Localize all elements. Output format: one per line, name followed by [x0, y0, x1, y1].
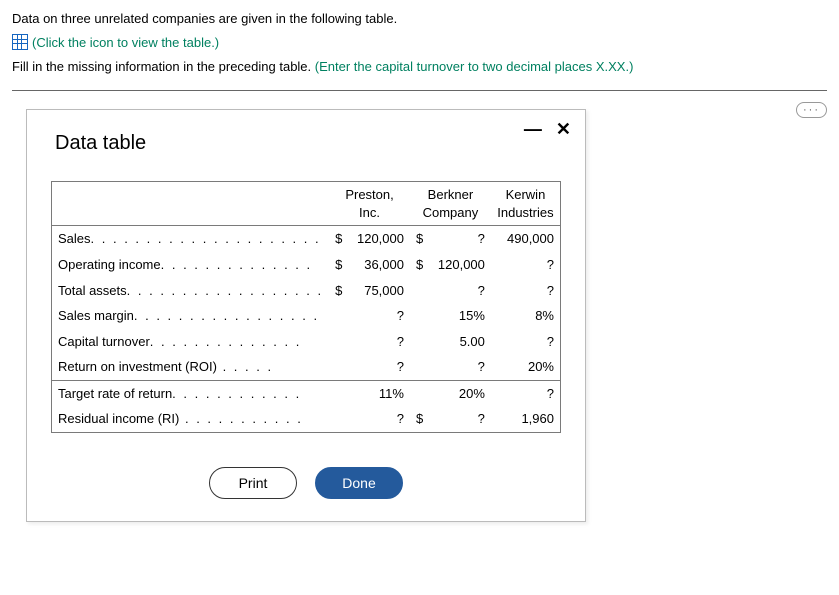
table-row: Target rate of return. . . . . . . . . .…: [52, 380, 560, 406]
value-cell: 75,000: [348, 278, 410, 304]
view-table-link[interactable]: (Click the icon to view the table.): [12, 34, 827, 50]
col-header-preston: Preston, Inc.: [329, 182, 410, 226]
currency-cell: [410, 329, 429, 355]
currency-cell: $: [329, 278, 348, 304]
value-cell: 15%: [429, 303, 491, 329]
currency-cell: [410, 303, 429, 329]
currency-cell: [410, 278, 429, 304]
page: Data on three unrelated companies are gi…: [12, 10, 827, 522]
value-cell: 5.00: [429, 329, 491, 355]
table-row: Sales margin. . . . . . . . . . . . . . …: [52, 303, 560, 329]
currency-cell: $: [329, 252, 348, 278]
col-header-kerwin: Kerwin Industries: [491, 182, 560, 226]
value-cell: 1,960: [491, 406, 560, 432]
table-header-row: Preston, Inc. Berkner Company Kerwin Ind…: [52, 182, 560, 226]
table-body: Sales. . . . . . . . . . . . . . . . . .…: [52, 226, 560, 432]
value-cell: 8%: [491, 303, 560, 329]
table-row: Capital turnover. . . . . . . . . . . . …: [52, 329, 560, 355]
instruction-line-1: Data on three unrelated companies are gi…: [12, 10, 827, 28]
value-cell: ?: [491, 380, 560, 406]
row-label: Return on investment (ROI) . . . . .: [52, 354, 329, 380]
view-table-link-text: (Click the icon to view the table.): [32, 35, 219, 50]
value-cell: ?: [348, 329, 410, 355]
table-row: Sales. . . . . . . . . . . . . . . . . .…: [52, 226, 560, 252]
value-cell: ?: [429, 278, 491, 304]
currency-cell: [410, 380, 429, 406]
value-cell: ?: [429, 226, 491, 252]
value-cell: 120,000: [348, 226, 410, 252]
value-cell: ?: [491, 278, 560, 304]
minimize-button[interactable]: —: [524, 120, 542, 138]
col-header-berkner: Berkner Company: [410, 182, 491, 226]
value-cell: ?: [491, 329, 560, 355]
currency-cell: [329, 303, 348, 329]
instruction-line-2b: (Enter the capital turnover to two decim…: [315, 59, 634, 74]
currency-cell: [329, 380, 348, 406]
separator: [12, 90, 827, 91]
row-label: Operating income. . . . . . . . . . . . …: [52, 252, 329, 278]
currency-cell: [329, 406, 348, 432]
value-cell: 11%: [348, 380, 410, 406]
value-cell: 490,000: [491, 226, 560, 252]
currency-cell: [410, 354, 429, 380]
value-cell: ?: [348, 354, 410, 380]
print-button[interactable]: Print: [209, 467, 297, 499]
value-cell: 20%: [491, 354, 560, 380]
value-cell: ?: [348, 406, 410, 432]
currency-cell: [329, 329, 348, 355]
currency-cell: $: [329, 226, 348, 252]
value-cell: ?: [429, 406, 491, 432]
close-button[interactable]: ✕: [556, 120, 571, 138]
table-row: Operating income. . . . . . . . . . . . …: [52, 252, 560, 278]
currency-cell: $: [410, 406, 429, 432]
row-label: Total assets. . . . . . . . . . . . . . …: [52, 278, 329, 304]
row-label: Sales. . . . . . . . . . . . . . . . . .…: [52, 226, 329, 252]
currency-cell: [329, 354, 348, 380]
overflow-chip[interactable]: ···: [796, 102, 827, 118]
value-cell: ?: [491, 252, 560, 278]
currency-cell: $: [410, 252, 429, 278]
row-label: Sales margin. . . . . . . . . . . . . . …: [52, 303, 329, 329]
data-table: Preston, Inc. Berkner Company Kerwin Ind…: [52, 182, 560, 431]
dialog-title: Data table: [55, 132, 561, 155]
currency-cell: $: [410, 226, 429, 252]
data-table-dialog: — ✕ Data table Preston, Inc. Berkner Com…: [26, 109, 586, 521]
row-label: Residual income (RI) . . . . . . . . . .…: [52, 406, 329, 432]
row-label: Capital turnover. . . . . . . . . . . . …: [52, 329, 329, 355]
col-header-blank: [52, 182, 329, 226]
instruction-line-2: Fill in the missing information in the p…: [12, 58, 827, 76]
value-cell: ?: [429, 354, 491, 380]
data-table-container: Preston, Inc. Berkner Company Kerwin Ind…: [51, 181, 561, 432]
value-cell: 120,000: [429, 252, 491, 278]
done-button[interactable]: Done: [315, 467, 403, 499]
value-cell: ?: [348, 303, 410, 329]
table-row: Total assets. . . . . . . . . . . . . . …: [52, 278, 560, 304]
dialog-footer: Print Done: [51, 467, 561, 499]
table-row: Residual income (RI) . . . . . . . . . .…: [52, 406, 560, 432]
table-row: Return on investment (ROI) . . . . .??20…: [52, 354, 560, 380]
instruction-line-2a: Fill in the missing information in the p…: [12, 59, 315, 74]
value-cell: 20%: [429, 380, 491, 406]
value-cell: 36,000: [348, 252, 410, 278]
row-label: Target rate of return. . . . . . . . . .…: [52, 380, 329, 406]
table-icon: [12, 34, 28, 50]
